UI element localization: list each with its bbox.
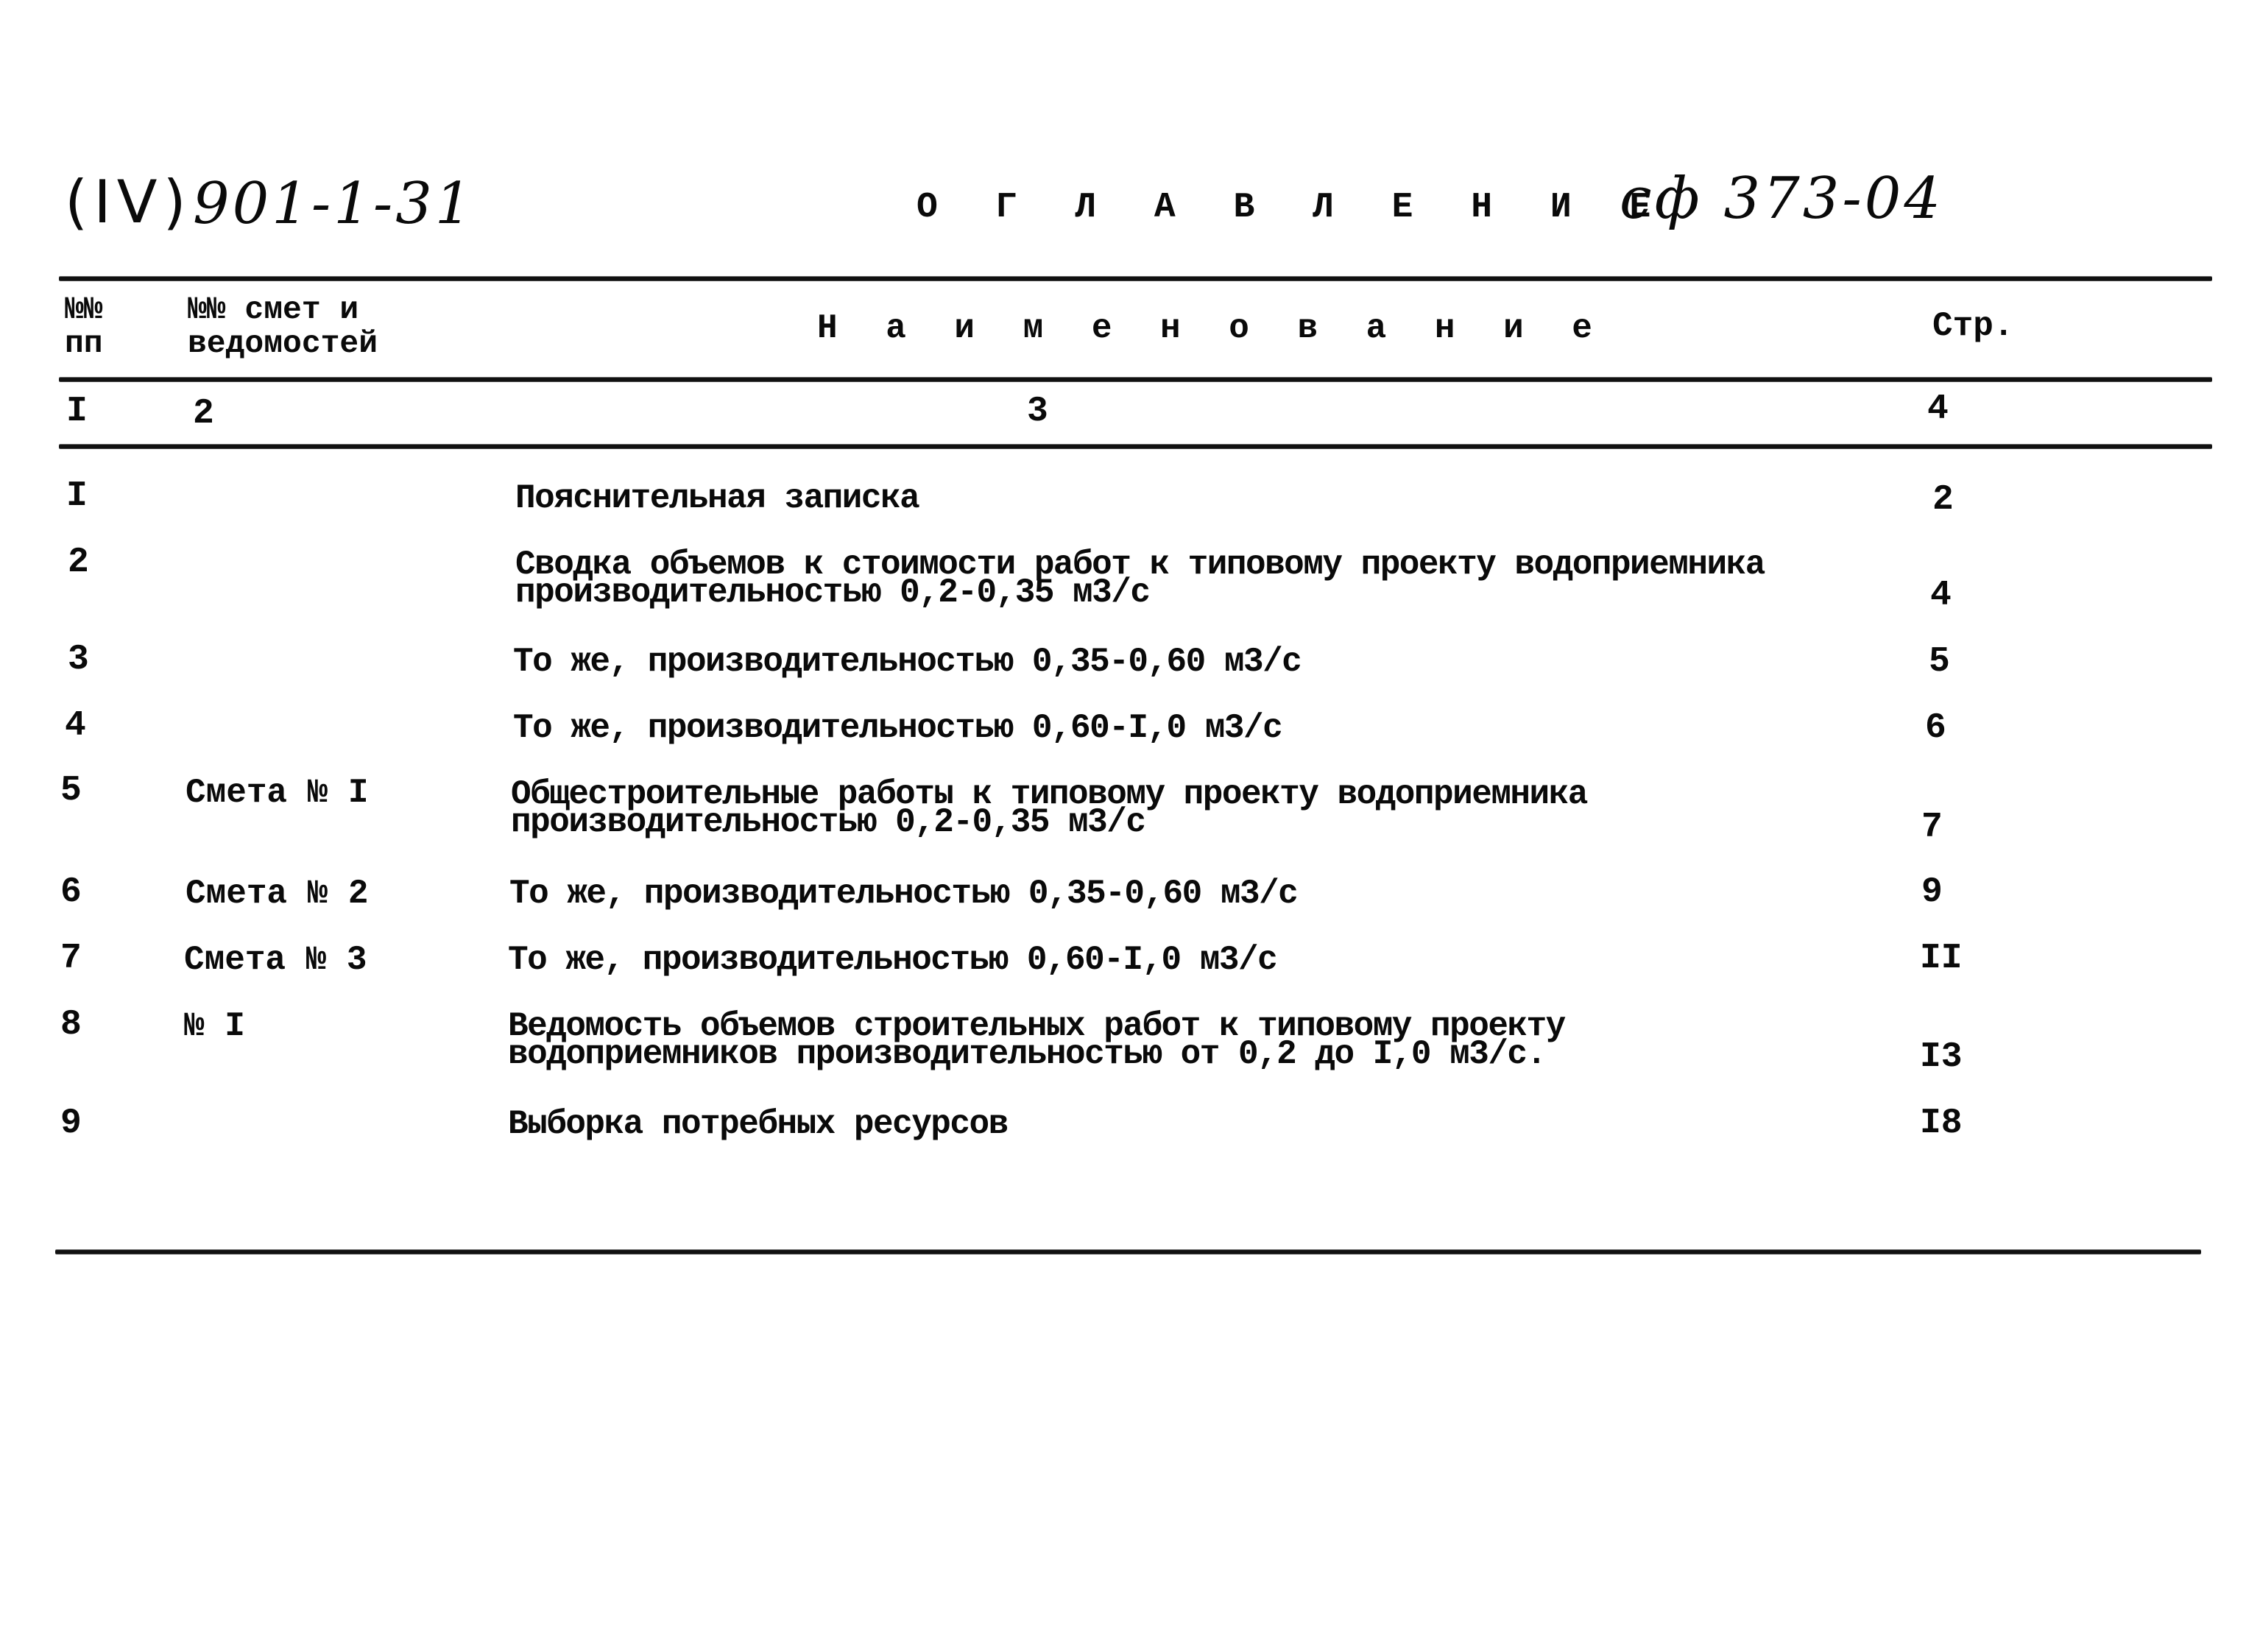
row-estimate: Смета № 2: [186, 875, 369, 913]
col-index-3: 3: [1027, 392, 1048, 431]
row-number: 3: [68, 640, 89, 679]
row-title: Пояснительная записка: [515, 479, 920, 518]
row-number: 5: [60, 771, 82, 811]
index-row-bottom-rule: [59, 445, 2212, 448]
row-number: 8: [60, 1005, 82, 1045]
col-header-name: Н а и м е н о в а н и е: [817, 309, 1606, 347]
album-code: сф 373-04: [1620, 166, 1944, 232]
page-title: О Г Л А В Л Е Н И Е: [917, 188, 1670, 227]
row-number: 4: [65, 706, 86, 746]
row-page: 5: [1929, 642, 1950, 682]
row-page: 7: [1921, 808, 1943, 847]
col-header-no-line2: пп: [65, 325, 103, 361]
row-estimate: Смета № 3: [184, 941, 367, 979]
row-number: I: [66, 476, 88, 516]
row-page: I3: [1920, 1037, 1963, 1077]
table-top-rule: [59, 277, 2212, 280]
row-title-continued: производительностью 0,2-0,35 м3/с: [515, 573, 1151, 612]
row-page: 4: [1930, 576, 1952, 615]
table-bottom-rule: [55, 1250, 2201, 1254]
row-number: 6: [60, 872, 82, 912]
row-title: То же, производительностью 0,60-I,0 м3/с: [508, 941, 1278, 979]
col-header-no-line1: №№: [65, 292, 103, 328]
row-page: I8: [1920, 1104, 1963, 1143]
row-title: То же, производительностью 0,35-0,60 м3/…: [513, 643, 1302, 681]
row-page: 2: [1932, 480, 1954, 520]
row-number: 7: [60, 939, 82, 978]
volume-mark: (IV): [65, 168, 192, 236]
col-header-estimate-line2: ведомостей: [188, 325, 378, 361]
col-header-no: №№ пп: [65, 293, 103, 361]
row-page: 9: [1921, 872, 1943, 912]
row-title: То же, производительностью 0,35-0,60 м3/…: [509, 875, 1299, 913]
project-code: 901-1-31: [193, 171, 475, 237]
row-title-continued: водоприемников производительностью от 0,…: [508, 1035, 1547, 1073]
row-number: 9: [60, 1104, 82, 1143]
col-index-2: 2: [193, 394, 214, 434]
row-page: 6: [1925, 708, 1946, 748]
col-index-1: I: [66, 392, 88, 431]
row-title: То же, производительностью 0,60-I,0 м3/с: [513, 709, 1283, 747]
row-estimate: Смета № I: [186, 774, 369, 812]
col-index-4: 4: [1927, 389, 1949, 429]
row-title: Выборка потребных ресурсов: [508, 1105, 1009, 1143]
row-page: II: [1920, 939, 1963, 978]
col-header-page: Стр.: [1932, 307, 2014, 345]
row-number: 2: [68, 543, 89, 582]
row-title-continued: производительностью 0,2-0,35 м3/с: [511, 803, 1146, 841]
row-estimate: № I: [184, 1007, 245, 1045]
col-header-estimate: №№ смет и ведомостей: [188, 293, 378, 361]
col-header-estimate-line1: №№ смет и: [188, 292, 359, 328]
header-bottom-rule: [59, 378, 2212, 381]
